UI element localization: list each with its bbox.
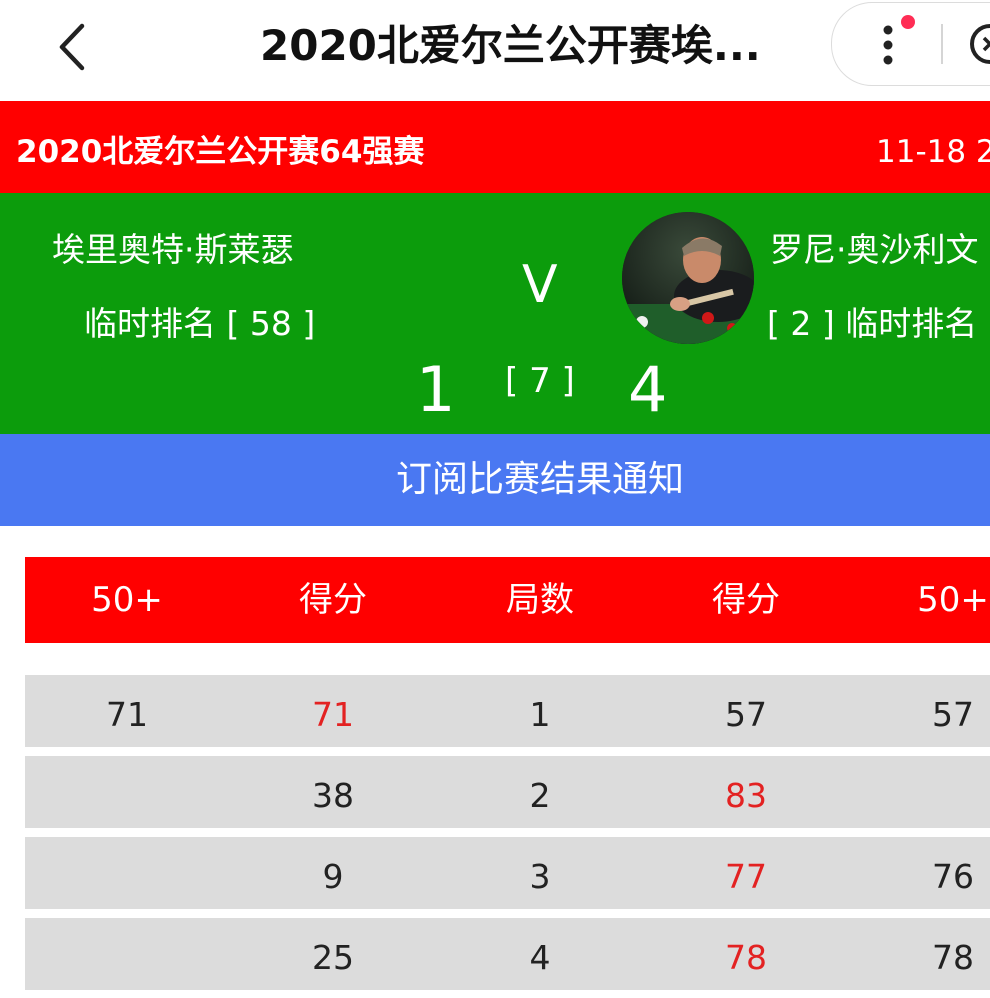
player1-name[interactable]: 埃里奥特·斯莱瑟 — [52, 223, 294, 271]
match-header: 2020北爱尔兰公开赛64强赛 11-18 2 — [0, 101, 990, 193]
match-date: 11-18 2 — [876, 134, 990, 170]
row-left-score: 71 — [312, 695, 354, 734]
player2-avatar[interactable] — [622, 212, 754, 344]
row-frame: 2 — [529, 776, 551, 815]
versus-label: V — [522, 255, 558, 315]
row-right-50plus — [853, 756, 990, 828]
row-right-50plus: 76 — [932, 857, 974, 896]
back-arrow-icon[interactable] — [50, 18, 100, 76]
row-frame: 4 — [529, 938, 551, 977]
row-left-50plus: 71 — [106, 695, 148, 734]
header-left-score: 得分 — [299, 580, 367, 620]
player1-score: 1 — [416, 353, 456, 426]
row-left-50plus — [27, 837, 227, 909]
table-row: 71 71 1 57 57 — [25, 675, 990, 747]
subscribe-button[interactable]: 订阅比赛结果通知 — [0, 434, 990, 526]
row-left-50plus — [27, 918, 227, 990]
page-title: 2020北爱尔兰公开赛埃... — [260, 21, 761, 70]
player2-rank: [ 2 ] 临时排名 — [767, 304, 978, 343]
row-left-score: 25 — [312, 938, 354, 977]
row-left-score: 9 — [322, 857, 344, 896]
more-menu-icon[interactable] — [870, 12, 920, 72]
table-row: 25 4 78 78 — [25, 918, 990, 990]
header-right-50plus: 50+ — [917, 580, 989, 620]
row-frame: 3 — [529, 857, 551, 896]
table-row: 9 3 77 76 — [25, 837, 990, 909]
row-left-50plus — [27, 756, 227, 828]
player1-rank: 临时排名 [ 58 ] — [84, 304, 316, 343]
row-right-50plus: 78 — [932, 938, 974, 977]
capsule-divider — [941, 24, 943, 64]
row-right-score: 77 — [725, 857, 767, 896]
score-panel: 埃里奥特·斯莱瑟 临时排名 [ 58 ] V 罗尼·奥沙利文 [ 2 ] 临时排… — [0, 193, 990, 434]
nav-bar: 2020北爱尔兰公开赛埃... — [0, 0, 990, 100]
header-frame: 局数 — [506, 580, 574, 620]
player2-score: 4 — [628, 353, 668, 426]
best-of-frames: [ 7 ] — [505, 361, 575, 401]
row-right-score: 57 — [725, 695, 767, 734]
row-right-50plus: 57 — [932, 695, 974, 734]
player2-name[interactable]: 罗尼·奥沙利文 — [770, 223, 979, 271]
table-row: 38 2 83 — [25, 756, 990, 828]
row-right-score: 83 — [725, 776, 767, 815]
frame-table-header: 50+ 得分 局数 得分 50+ — [25, 557, 990, 643]
match-name: 2020北爱尔兰公开赛64强赛 — [16, 134, 425, 170]
row-right-score: 78 — [725, 938, 767, 977]
header-right-score: 得分 — [712, 580, 780, 620]
row-frame: 1 — [529, 695, 551, 734]
close-icon[interactable] — [960, 16, 990, 72]
row-left-score: 38 — [312, 776, 354, 815]
header-left-50plus: 50+ — [91, 580, 163, 620]
